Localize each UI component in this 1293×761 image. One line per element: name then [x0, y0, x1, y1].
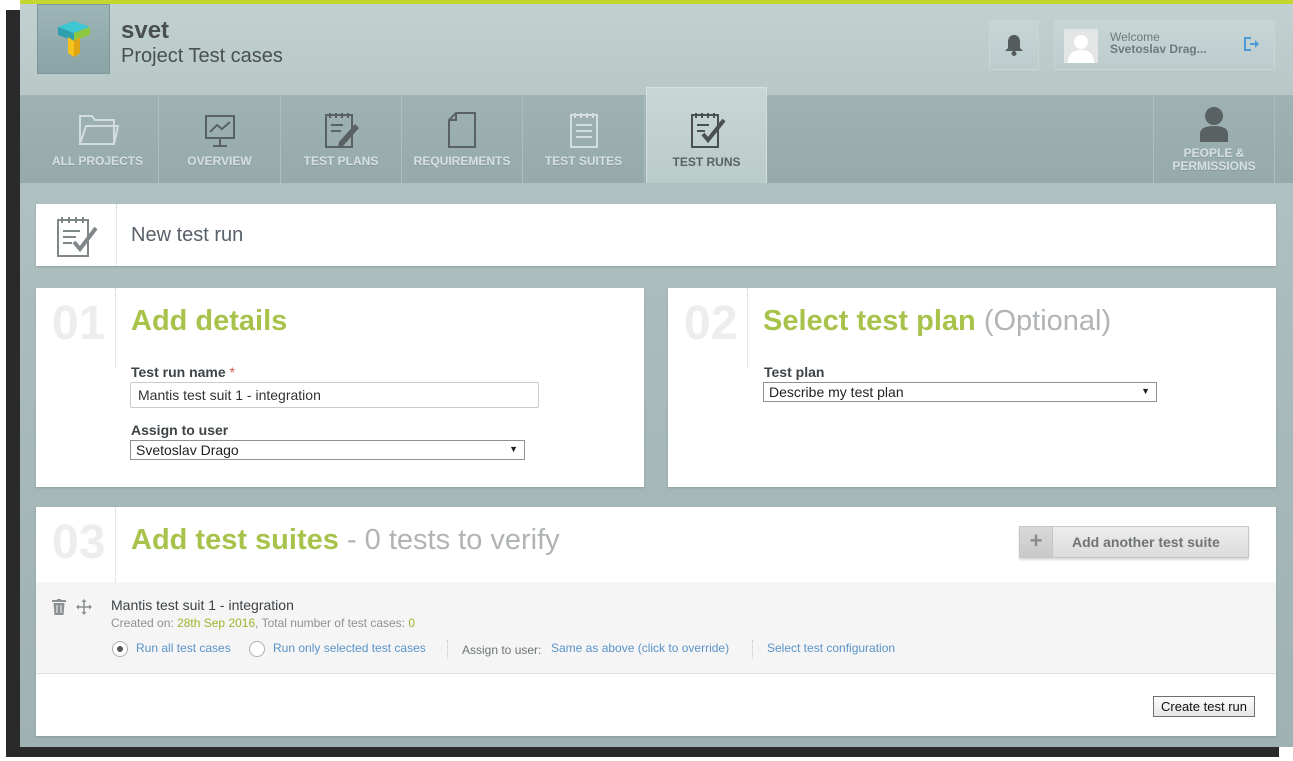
step-title-text: Select test plan	[763, 305, 976, 337]
tab-label: REQUIREMENTS	[413, 154, 511, 168]
add-test-suite-button[interactable]: + Add another test suite	[1019, 526, 1249, 558]
tab-people-permissions[interactable]: PEOPLE & PERMISSIONS	[1153, 96, 1275, 183]
app-frame: svet Project Test cases Welcome Svetosla…	[20, 0, 1293, 747]
tab-test-runs[interactable]: TEST RUNS	[646, 87, 767, 183]
logo-icon	[57, 21, 90, 57]
app-header: svet Project Test cases Welcome Svetosla…	[20, 4, 1293, 96]
divider	[116, 204, 117, 266]
test-run-name-input[interactable]	[130, 382, 539, 408]
add-test-suite-label: Add another test suite	[1072, 534, 1220, 550]
step-title-optional: (Optional)	[983, 305, 1112, 337]
avatar	[1064, 29, 1098, 63]
test-plan-label: Test plan	[764, 364, 825, 380]
run-selected-label[interactable]: Run only selected test cases	[273, 641, 426, 655]
divider	[747, 288, 748, 368]
tab-label: TEST RUNS	[672, 155, 741, 169]
tab-test-suites[interactable]: TEST SUITES	[523, 96, 645, 183]
step-title-text: Add test suites	[131, 524, 339, 556]
test-count: 0	[408, 616, 416, 630]
dropdown-arrow-icon: ▼	[1141, 386, 1150, 396]
run-selected-radio[interactable]	[249, 641, 265, 657]
test-suite-row: Mantis test suit 1 - integration Created…	[36, 582, 1276, 674]
person-icon	[1200, 107, 1228, 142]
add-test-suites-panel: 03 Add test suites - 0 tests to verify +…	[36, 507, 1276, 736]
people-label-line2: PERMISSIONS	[1172, 159, 1256, 173]
add-details-panel: 01 Add details Test run name * Assign to…	[36, 288, 644, 487]
bell-icon	[1005, 35, 1023, 56]
select-configuration-link[interactable]: Select test configuration	[767, 641, 895, 655]
assign-user-select[interactable]: Svetoslav Drago ▼	[130, 440, 525, 460]
tab-label: PEOPLE & PERMISSIONS	[1154, 147, 1274, 173]
suite-meta: Created on: 28th Sep 2016, Total number …	[111, 616, 415, 630]
document-icon	[448, 112, 476, 148]
tab-overview[interactable]: OVERVIEW	[159, 96, 281, 183]
test-plan-value: Describe my test plan	[769, 384, 904, 400]
tab-requirements[interactable]: REQUIREMENTS	[402, 96, 523, 183]
step-title: Add details	[131, 305, 288, 337]
divider	[115, 288, 116, 368]
dropdown-arrow-icon: ▼	[509, 444, 518, 454]
step-title: Add test suites - 0 tests to verify	[131, 524, 560, 557]
select-test-plan-panel: 02 Select test plan (Optional) Test plan…	[668, 288, 1276, 487]
divider	[752, 640, 753, 658]
page-title: New test run	[131, 224, 244, 246]
logout-icon	[1244, 37, 1259, 51]
run-all-label[interactable]: Run all test cases	[136, 641, 231, 655]
folder-icon	[78, 115, 119, 145]
created-label: Created on:	[111, 616, 174, 630]
step-title: Select test plan (Optional)	[763, 305, 1111, 338]
tab-label: OVERVIEW	[187, 154, 252, 168]
assign-override-link[interactable]: Same as above (click to override)	[551, 641, 729, 655]
trash-icon[interactable]	[52, 599, 66, 620]
create-test-run-button[interactable]: Create test run	[1153, 696, 1255, 717]
tests-to-verify: - 0 tests to verify	[346, 524, 560, 556]
people-label-line1: PEOPLE &	[1183, 146, 1245, 160]
tab-test-plans[interactable]: TEST PLANS	[281, 96, 402, 183]
test-plan-select[interactable]: Describe my test plan ▼	[763, 382, 1157, 402]
created-date: 28th Sep 2016	[177, 616, 256, 630]
welcome-user-name: Svetoslav Drag...	[1110, 42, 1207, 56]
tab-label: TEST SUITES	[544, 154, 623, 168]
test-count-label: , Total number of test cases:	[255, 616, 405, 630]
test-suite-icon	[569, 113, 598, 148]
tab-label: ALL PROJECTS	[51, 154, 144, 168]
presentation-icon	[204, 115, 235, 147]
required-mark: *	[229, 364, 235, 380]
test-plan-icon	[325, 113, 359, 148]
main-nav: ALL PROJECTS OVERVIEW TEST PLANS REQUIRE…	[20, 87, 1293, 183]
step-number: 02	[684, 297, 738, 350]
suite-name: Mantis test suit 1 - integration	[111, 597, 294, 613]
tab-all-projects[interactable]: ALL PROJECTS	[37, 96, 159, 183]
test-run-header-icon	[52, 212, 100, 265]
assign-user-value: Svetoslav Drago	[136, 442, 239, 458]
step-number: 03	[52, 516, 106, 569]
run-all-radio[interactable]	[112, 641, 128, 657]
notifications-button[interactable]	[989, 20, 1039, 70]
move-handle-icon[interactable]	[76, 599, 92, 620]
step-number: 01	[52, 297, 106, 350]
project-owner: svet	[121, 17, 170, 44]
project-title: svet Project Test cases	[121, 18, 283, 68]
tab-label: TEST PLANS	[303, 154, 379, 168]
divider	[115, 507, 116, 582]
assign-user-suite-label: Assign to user:	[462, 643, 542, 657]
test-run-name-label-text: Test run name	[131, 364, 226, 380]
logout-button[interactable]	[1242, 35, 1260, 58]
page-header-panel: New test run	[36, 204, 1276, 266]
divider	[447, 640, 448, 658]
user-menu[interactable]: Welcome Svetoslav Drag...	[1054, 20, 1275, 70]
assign-user-label: Assign to user	[131, 422, 229, 438]
plus-icon: +	[1020, 527, 1053, 557]
app-logo[interactable]	[37, 4, 110, 74]
project-name: Project Test cases	[121, 45, 283, 67]
test-run-name-label: Test run name *	[131, 364, 235, 380]
user-avatar-icon	[1068, 35, 1094, 63]
test-run-icon	[690, 113, 726, 148]
